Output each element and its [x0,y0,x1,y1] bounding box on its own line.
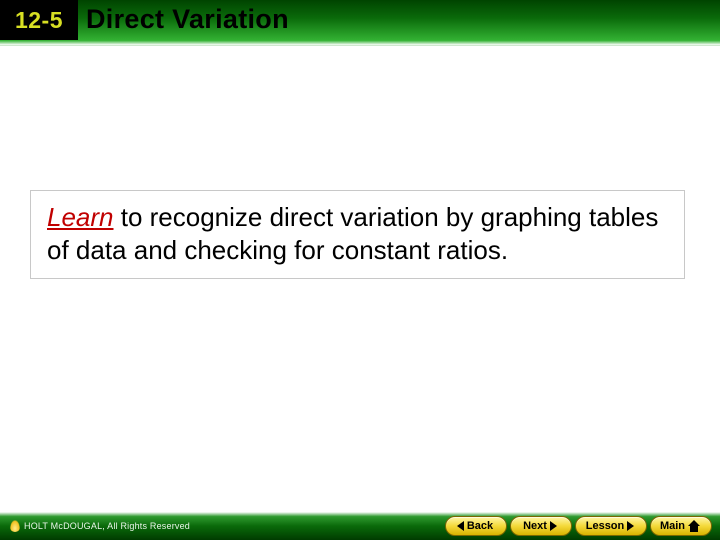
home-icon [688,520,700,532]
objective-body: to recognize direct variation by graphin… [47,202,658,265]
copyright-text: HOLT McDOUGAL, All Rights Reserved [24,521,190,531]
section-number: 12-5 [15,7,63,34]
copyright: HOLT McDOUGAL, All Rights Reserved [10,520,190,532]
next-button[interactable]: Next [510,516,572,536]
lesson-button[interactable]: Lesson [575,516,647,536]
slide-footer: HOLT McDOUGAL, All Rights Reserved Back … [0,512,720,540]
back-button-label: Back [467,520,493,532]
learn-keyword: Learn [47,202,114,232]
slide-header: 12-5 Direct Variation [0,0,720,46]
slide-title: Direct Variation [86,4,289,35]
chevron-left-icon [457,521,464,531]
chevron-right-icon [550,521,557,531]
main-button-label: Main [660,520,685,532]
section-number-badge: 12-5 [0,0,78,40]
next-button-label: Next [523,520,547,532]
back-button[interactable]: Back [445,516,507,536]
lesson-button-label: Lesson [586,520,625,532]
main-button[interactable]: Main [650,516,712,536]
slide: 12-5 Direct Variation Learn to recognize… [0,0,720,540]
chevron-right-icon [627,521,634,531]
nav-button-group: Back Next Lesson Main [445,516,712,536]
learning-objective-text: Learn to recognize direct variation by g… [47,201,668,266]
publisher-logo-icon [10,520,20,532]
learning-objective-box: Learn to recognize direct variation by g… [30,190,685,279]
